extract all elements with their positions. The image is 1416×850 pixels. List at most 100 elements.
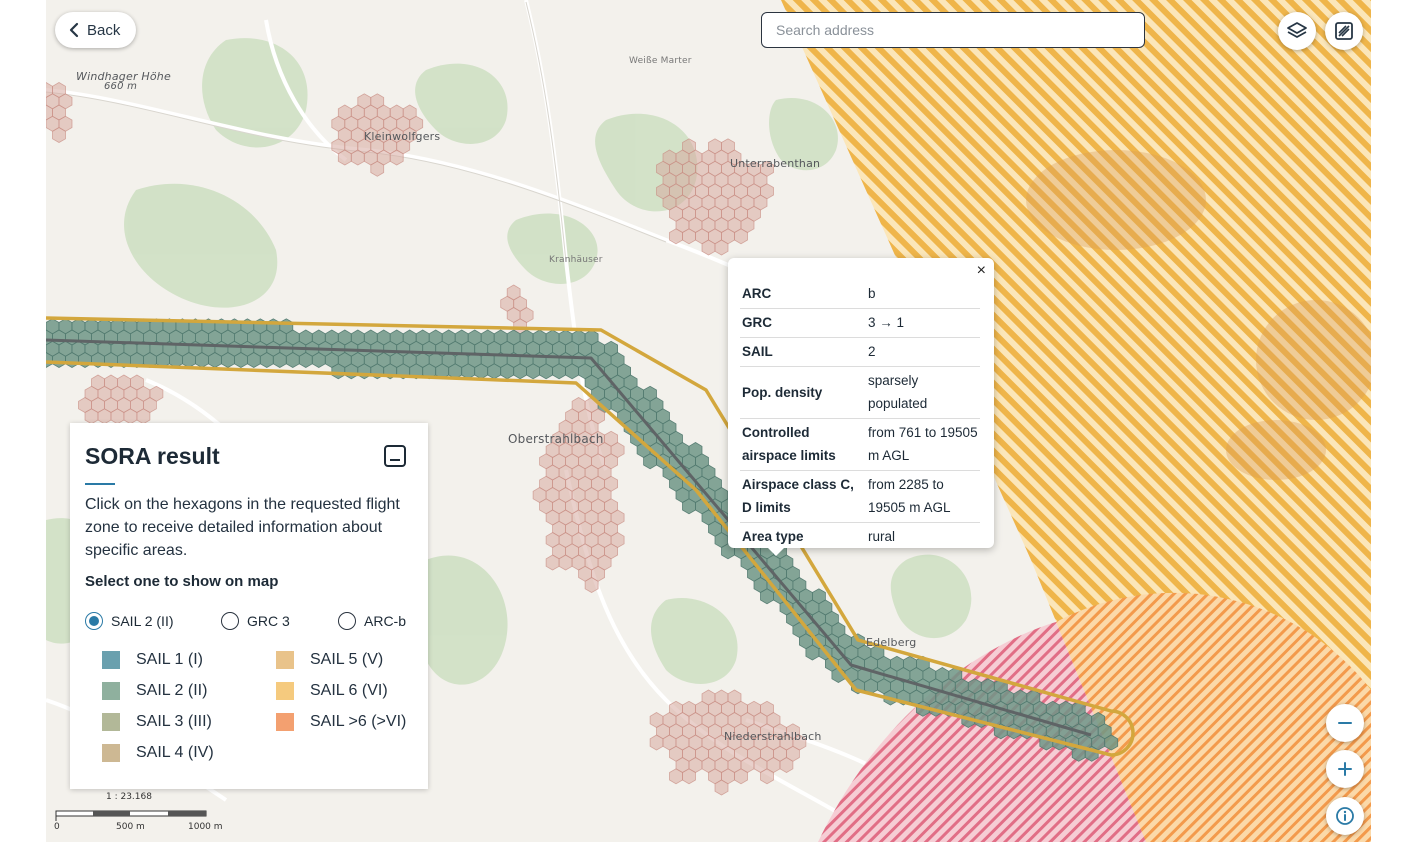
hexagon-cell[interactable] <box>701 239 716 256</box>
hexagon-cell[interactable] <box>259 352 274 368</box>
hexagon-cell[interactable] <box>84 408 99 425</box>
minus-icon <box>1338 722 1352 724</box>
hexagon-cell[interactable] <box>558 554 573 571</box>
radio-indicator[interactable] <box>338 612 356 630</box>
hexagon-cell[interactable] <box>285 352 300 368</box>
hexagon-cell[interactable] <box>526 363 541 380</box>
hexagon-cell[interactable] <box>643 453 657 470</box>
hexagon-cell[interactable] <box>760 588 774 605</box>
radio-arc-b[interactable]: ARC-b <box>338 612 406 630</box>
hexagon-cell[interactable] <box>136 408 151 425</box>
table-row: GRC 3 → 1 <box>740 308 980 338</box>
info-key: ARC <box>740 280 866 309</box>
hexagon-cell[interactable] <box>760 768 774 785</box>
hexagon-cell[interactable] <box>246 352 261 368</box>
collapse-panel-icon[interactable] <box>384 445 406 467</box>
radio-indicator-selected[interactable] <box>85 612 103 630</box>
legend-label: SAIL 3 (III) <box>136 713 212 730</box>
legend-item-sail-5: SAIL 5 (V) <box>276 651 383 669</box>
hexagon-cell[interactable] <box>233 352 248 368</box>
hexagon-cell[interactable] <box>97 408 112 425</box>
hexagon-cell[interactable] <box>272 352 287 368</box>
info-value: b <box>866 280 980 309</box>
table-row: ARC b <box>740 280 980 309</box>
hexagon-cell[interactable] <box>298 352 313 368</box>
zoom-in-button[interactable] <box>1326 750 1364 788</box>
hexagon-cell[interactable] <box>584 577 599 593</box>
hexagon-cell[interactable] <box>539 363 554 380</box>
layers-button[interactable] <box>1278 12 1316 50</box>
legend-swatch <box>102 744 120 762</box>
hexagon-cell[interactable] <box>331 363 346 380</box>
legend-item-sail-3: SAIL 3 (III) <box>102 713 212 731</box>
hexagon-cell[interactable] <box>389 149 404 166</box>
hexagon-cell[interactable] <box>682 228 696 245</box>
hexagon-cell[interactable] <box>350 149 365 166</box>
zoom-out-button[interactable] <box>1326 704 1364 742</box>
map-frame[interactable]: Windhager Höhe 660 m Kleinwolfgers Unter… <box>46 0 1371 842</box>
legend-label: SAIL 6 (VI) <box>310 682 388 699</box>
hexagon-cell[interactable] <box>1104 734 1119 751</box>
map-label-niederstrahlbach: Niederstrahlbach <box>724 730 822 743</box>
info-button[interactable] <box>1326 797 1364 835</box>
hexagon-cell[interactable] <box>513 363 528 380</box>
hexagon-cell[interactable] <box>461 363 476 380</box>
hexagon-cell[interactable] <box>669 768 683 785</box>
info-value: from 2285 to 19505 m AGL <box>866 470 980 523</box>
hexagon-cell[interactable] <box>370 160 385 177</box>
info-value: sparsely populated <box>866 366 980 419</box>
chevron-left-icon <box>69 22 79 38</box>
hexagon-cell[interactable] <box>311 352 326 368</box>
draw-area-icon <box>1335 22 1353 40</box>
close-icon[interactable]: × <box>977 262 986 280</box>
hexagon-cell[interactable] <box>123 408 138 425</box>
radio-indicator[interactable] <box>221 612 239 630</box>
hexagon-cell[interactable] <box>669 228 683 245</box>
hexagon-cell[interactable] <box>110 408 125 425</box>
draw-area-button[interactable] <box>1325 12 1363 50</box>
radio-label: ARC-b <box>364 613 407 629</box>
hexagon-cell[interactable] <box>682 768 696 785</box>
hexagon-info-table: ARC b GRC 3 → 1 SAIL 2 Pop. density sparsely… <box>740 280 980 551</box>
hexagon-cell[interactable] <box>714 239 729 256</box>
legend-swatch <box>102 682 120 700</box>
hexagon-cell[interactable] <box>714 779 729 796</box>
hexagon-cell[interactable] <box>65 352 79 368</box>
search-address-input[interactable] <box>761 12 1145 48</box>
hexagon-cell[interactable] <box>552 363 566 380</box>
map-label-edelberg: Edelberg <box>866 636 917 649</box>
hexagon-cell[interactable] <box>779 757 794 773</box>
hexagon-cell[interactable] <box>52 352 66 368</box>
legend-item-sail-over-6: SAIL >6 (>VI) <box>276 713 406 731</box>
hexagon-cell[interactable] <box>194 352 209 368</box>
hexagon-cell[interactable] <box>487 363 502 380</box>
hexagon-cell[interactable] <box>181 352 196 368</box>
hexagon-cell[interactable] <box>565 363 579 380</box>
hexagon-cell[interactable] <box>220 352 235 368</box>
info-value: 2 <box>866 337 980 367</box>
hexagon-cell[interactable] <box>357 363 372 380</box>
plus-icon <box>1338 762 1352 776</box>
legend-label: SAIL 5 (V) <box>310 651 384 668</box>
hexagon-cell[interactable] <box>500 363 515 380</box>
hexagon-cell[interactable] <box>474 363 489 380</box>
hexagon-cell[interactable] <box>337 149 352 166</box>
legend-swatch <box>276 713 294 731</box>
hexagon-cell[interactable] <box>734 228 748 245</box>
info-key: SAIL <box>740 337 866 367</box>
legend-item-sail-2: SAIL 2 (II) <box>102 682 207 700</box>
radio-grc-3[interactable]: GRC 3 <box>221 612 290 630</box>
hexagon-cell[interactable] <box>207 352 222 368</box>
hexagon-cell[interactable] <box>545 554 560 571</box>
hexagon-cell[interactable] <box>682 498 696 515</box>
radio-sail-2[interactable]: SAIL 2 (II) <box>85 612 174 630</box>
hexagon-cell[interactable] <box>344 363 359 380</box>
hexagon-cell[interactable] <box>734 768 748 785</box>
back-button[interactable]: Back <box>55 12 137 48</box>
radio-label: GRC 3 <box>247 613 290 629</box>
legend-label: SAIL 4 (IV) <box>136 744 214 761</box>
sora-result-panel: SORA result Click on the hexagons in the… <box>70 423 428 789</box>
hexagon-cell[interactable] <box>52 127 66 143</box>
hexagon-cell[interactable] <box>649 734 664 751</box>
hexagon-cell[interactable] <box>805 644 820 661</box>
